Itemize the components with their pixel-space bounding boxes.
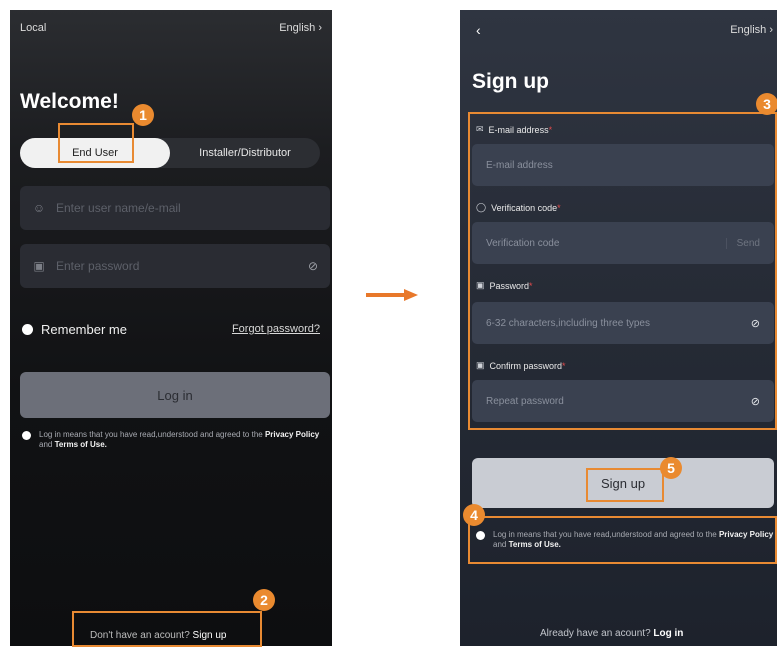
back-chevron-icon[interactable]: ‹	[476, 22, 481, 38]
agreement: Log in means that you have read,understo…	[22, 430, 322, 450]
terms-link[interactable]: Terms of Use.	[55, 440, 107, 449]
login-link[interactable]: Log in	[653, 628, 683, 639]
highlight-signup-button	[586, 468, 664, 502]
language-selector[interactable]: English ›	[730, 24, 773, 36]
page-title: Sign up	[472, 70, 549, 93]
login-button[interactable]: Log in	[20, 372, 330, 418]
password-field[interactable]: ▣ Enter password ⊘	[20, 244, 330, 288]
highlight-signup-link	[72, 611, 262, 647]
location-label[interactable]: Local	[20, 22, 46, 34]
highlight-end-user	[58, 123, 134, 163]
highlight-signup-form	[468, 112, 777, 430]
user-icon: ☺	[32, 201, 46, 215]
password-placeholder: Enter password	[56, 259, 140, 273]
step-badge-4: 4	[463, 504, 485, 526]
username-field[interactable]: ☺ Enter user name/e-mail	[20, 186, 330, 230]
remember-me[interactable]: Remember me	[22, 322, 127, 337]
language-selector[interactable]: English ›	[279, 22, 322, 34]
radio-dot-icon[interactable]	[22, 324, 33, 335]
step-badge-1: 1	[132, 104, 154, 126]
login-prompt: Already have an acount? Log in	[540, 628, 684, 639]
role-installer[interactable]: Installer/Distributor	[170, 138, 320, 168]
username-placeholder: Enter user name/e-mail	[56, 201, 181, 215]
lock-icon: ▣	[33, 259, 45, 273]
eye-off-icon[interactable]: ⊘	[308, 259, 318, 273]
step-badge-3: 3	[756, 93, 777, 115]
top-bar: Local English ›	[20, 22, 322, 34]
login-screen: Local English › Welcome! End User Instal…	[10, 10, 332, 646]
welcome-title: Welcome!	[20, 90, 119, 113]
agree-radio-icon[interactable]	[22, 431, 31, 440]
highlight-agreement	[468, 516, 777, 564]
step-badge-5: 5	[660, 457, 682, 479]
arrow-right-icon	[366, 289, 418, 301]
privacy-link[interactable]: Privacy Policy	[265, 430, 319, 439]
forgot-password-link[interactable]: Forgot password?	[232, 323, 320, 335]
step-badge-2: 2	[253, 589, 275, 611]
